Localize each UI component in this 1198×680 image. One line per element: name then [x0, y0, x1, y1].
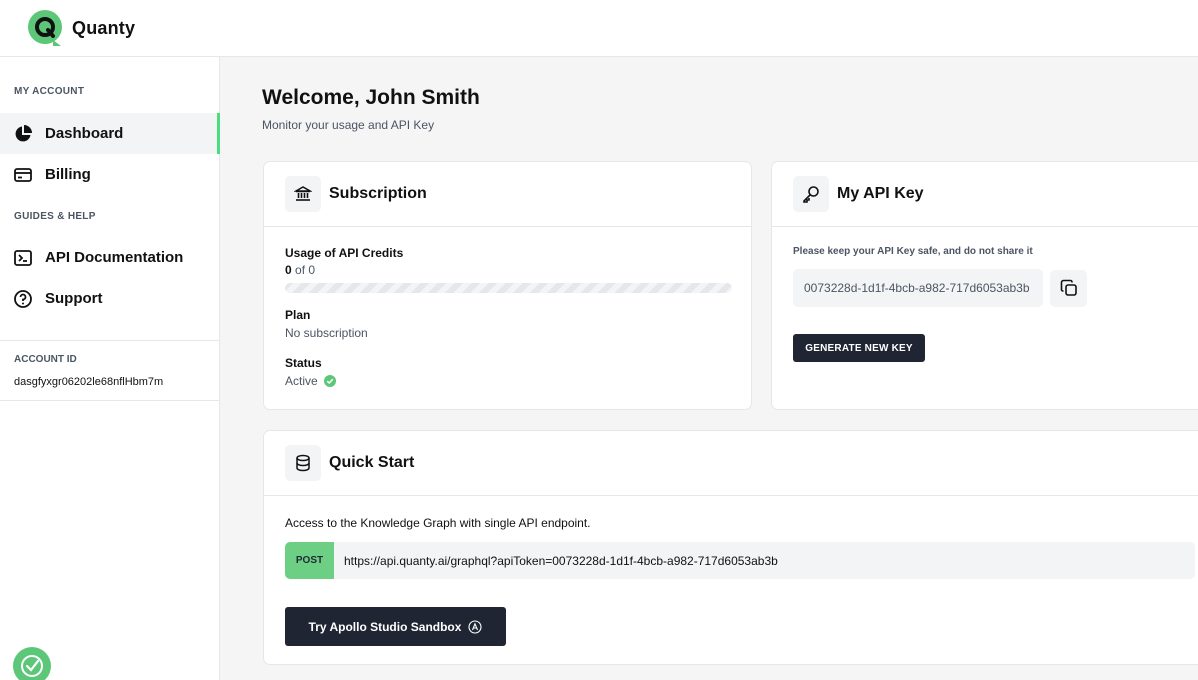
usage-label: Usage of API Credits — [285, 246, 404, 260]
copy-button[interactable] — [1050, 269, 1087, 307]
status-value-row: Active — [285, 374, 336, 388]
page-subtitle: Monitor your usage and API Key — [262, 118, 435, 132]
terminal-icon — [13, 248, 33, 268]
usage-progress-bar — [285, 283, 732, 293]
apollo-icon — [468, 619, 482, 634]
quick-start-card: Quick Start Access to the Knowledge Grap… — [263, 430, 1198, 665]
plan-value: No subscription — [285, 326, 368, 340]
help-widget-button[interactable] — [13, 647, 51, 680]
brand-name[interactable]: Quanty — [72, 18, 135, 39]
sidebar-item-dashboard[interactable]: Dashboard — [0, 113, 220, 154]
key-icon — [793, 176, 829, 212]
pie-chart-icon — [13, 124, 33, 144]
api-key-card-header: My API Key — [772, 162, 1198, 227]
plan-block: Plan No subscription — [285, 308, 368, 340]
sidebar-item-label: API Documentation — [45, 249, 184, 266]
sidebar-item-billing[interactable]: Billing — [0, 154, 219, 195]
sidebar-item-support[interactable]: Support — [0, 278, 219, 319]
quanty-logo-icon[interactable] — [27, 10, 63, 46]
quick-start-card-header: Quick Start — [264, 431, 1198, 496]
api-key-field[interactable]: 0073228d-1d1f-4bcb-a982-717d6053ab3b — [793, 269, 1043, 307]
check-circle-icon — [323, 375, 336, 387]
sidebar-divider — [0, 340, 219, 341]
sidebar-item-label: Dashboard — [45, 125, 124, 142]
http-method-badge: POST — [285, 542, 334, 579]
endpoint-url[interactable]: https://api.quanty.ai/graphql?apiToken=0… — [334, 542, 1195, 579]
api-key-note: Please keep your API Key safe, and do no… — [793, 246, 1033, 257]
sidebar-item-api-documentation[interactable]: API Documentation — [0, 237, 219, 278]
endpoint-row: POST https://api.quanty.ai/graphql?apiTo… — [285, 542, 1195, 579]
copy-icon — [1060, 279, 1077, 296]
main-content: Welcome, John Smith Monitor your usage a… — [221, 57, 1198, 680]
account-id-value: dasgfyxgr06202le68nflHbm7m — [14, 376, 164, 388]
quick-start-description: Access to the Knowledge Graph with singl… — [285, 516, 591, 530]
usage-used: 0 — [285, 263, 292, 277]
credit-card-icon — [13, 165, 33, 185]
try-sandbox-label: Try Apollo Studio Sandbox — [308, 619, 462, 634]
status-label: Status — [285, 356, 322, 370]
account-id-label: ACCOUNT ID — [14, 354, 77, 365]
help-widget-icon — [21, 655, 43, 677]
usage-total: of 0 — [291, 263, 316, 277]
subscription-title: Subscription — [329, 185, 427, 202]
plan-label: Plan — [285, 308, 311, 322]
sidebar: MY ACCOUNT Dashboard Billing GUIDES & HE… — [0, 57, 220, 680]
try-sandbox-button[interactable]: Try Apollo Studio Sandbox — [285, 607, 506, 646]
bank-icon — [285, 176, 321, 212]
page-title: Welcome, John Smith — [262, 86, 480, 109]
sidebar-item-label: Support — [45, 290, 103, 307]
guides-section-label: GUIDES & HELP — [14, 211, 96, 222]
status-block: Status Active — [285, 356, 336, 388]
generate-new-key-button[interactable]: GENERATE NEW KEY — [793, 334, 925, 362]
sidebar-item-label: Billing — [45, 166, 91, 183]
usage-block: Usage of API Credits 0 of 0 — [285, 246, 732, 293]
quick-start-title: Quick Start — [329, 454, 415, 471]
my-account-section-label: MY ACCOUNT — [14, 86, 85, 97]
api-key-row: 0073228d-1d1f-4bcb-a982-717d6053ab3b — [793, 269, 1087, 307]
api-key-card: My API Key Please keep your API Key safe… — [771, 161, 1198, 410]
status-value: Active — [285, 374, 318, 388]
api-key-title: My API Key — [837, 185, 924, 202]
subscription-card-header: Subscription — [264, 162, 751, 227]
database-icon — [285, 445, 321, 481]
subscription-card: Subscription Usage of API Credits 0 of 0… — [263, 161, 752, 410]
top-bar: Quanty — [0, 0, 1198, 57]
sidebar-divider — [0, 400, 219, 401]
usage-value: 0 of 0 — [285, 263, 732, 277]
question-circle-icon — [13, 289, 33, 309]
